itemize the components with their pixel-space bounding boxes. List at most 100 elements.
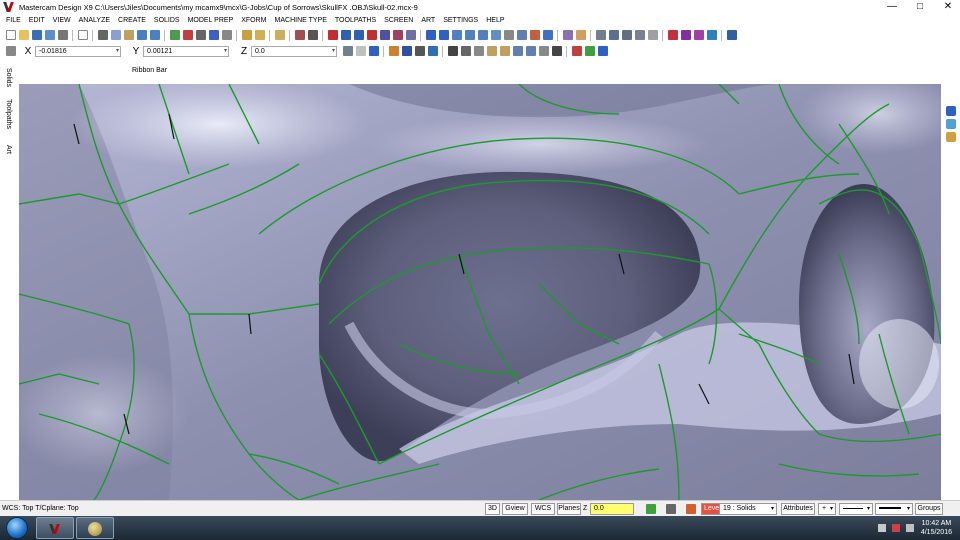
- art-mesh-icon[interactable]: [706, 30, 717, 40]
- color-icon[interactable]: [645, 504, 656, 514]
- attributes-button[interactable]: Attributes: [781, 503, 815, 515]
- menu-file[interactable]: FILE: [6, 17, 21, 24]
- menu-model-prep[interactable]: MODEL PREP: [188, 17, 234, 24]
- cut-icon[interactable]: [97, 30, 108, 40]
- art-flower-icon[interactable]: [693, 30, 704, 40]
- menu-xform[interactable]: XFORM: [241, 17, 266, 24]
- menu-analyze[interactable]: ANALYZE: [79, 17, 110, 24]
- art-gear-icon[interactable]: [680, 30, 691, 40]
- scale-icon[interactable]: [353, 30, 364, 40]
- circle-icon[interactable]: [451, 30, 462, 40]
- snap-grid-icon[interactable]: [355, 46, 366, 56]
- level-select[interactable]: 19 : Solids ▾: [719, 503, 777, 515]
- fillet-icon[interactable]: [529, 30, 540, 40]
- solid-chamfer-icon[interactable]: [486, 46, 497, 56]
- undo-icon[interactable]: [136, 30, 147, 40]
- minimize-button[interactable]: —: [886, 0, 898, 14]
- line-width-select[interactable]: ▾: [875, 503, 913, 515]
- z-depth-input[interactable]: 0.0: [590, 503, 634, 515]
- stretch-icon[interactable]: [405, 30, 416, 40]
- arc-icon[interactable]: [464, 30, 475, 40]
- solid-layout-icon[interactable]: [538, 46, 549, 56]
- 3d-button[interactable]: 3D: [485, 503, 500, 515]
- solid-shell-icon[interactable]: [499, 46, 510, 56]
- help-icon[interactable]: [368, 46, 379, 56]
- app-taskbar-button[interactable]: [76, 517, 114, 539]
- z-coordinate-input[interactable]: 0.0 ▾: [251, 45, 337, 57]
- sphere-icon[interactable]: [542, 30, 553, 40]
- trim-icon[interactable]: [294, 30, 305, 40]
- copy-icon[interactable]: [110, 30, 121, 40]
- array-icon[interactable]: [392, 30, 403, 40]
- repaint-icon[interactable]: [414, 46, 425, 56]
- point-style-select[interactable]: + ▾: [818, 503, 836, 515]
- autocursor-icon[interactable]: [5, 46, 16, 56]
- shade-icon[interactable]: [595, 30, 606, 40]
- menu-art[interactable]: ART: [421, 17, 435, 24]
- menu-create[interactable]: CREATE: [118, 17, 146, 24]
- stop-icon[interactable]: [571, 46, 582, 56]
- open-file-icon[interactable]: [18, 30, 29, 40]
- art-icon[interactable]: [667, 30, 678, 40]
- planes-button[interactable]: Planes: [557, 503, 581, 515]
- point-icon[interactable]: [425, 30, 436, 40]
- select-all-icon[interactable]: [946, 119, 956, 129]
- info-icon[interactable]: [597, 46, 608, 56]
- surface-icon[interactable]: [516, 30, 527, 40]
- quick-mask-icon[interactable]: [946, 106, 956, 116]
- point-snap-icon[interactable]: [342, 46, 353, 56]
- tab-solids[interactable]: Solids: [5, 68, 12, 87]
- folder-icon[interactable]: [946, 132, 956, 142]
- gview-button[interactable]: Gview: [502, 503, 528, 515]
- tab-toolpaths[interactable]: Toolpaths: [5, 99, 12, 129]
- menu-solids[interactable]: SOLIDS: [154, 17, 180, 24]
- solid-revolve-icon[interactable]: [575, 30, 586, 40]
- pencil-alt-icon[interactable]: [254, 30, 265, 40]
- surface-color-icon[interactable]: [685, 504, 696, 514]
- graphics-viewport[interactable]: [19, 84, 941, 500]
- mastercam-taskbar-button[interactable]: [36, 517, 74, 539]
- point-style-icon[interactable]: [665, 504, 676, 514]
- show-hidden-icon[interactable]: [877, 524, 886, 532]
- menu-machine-type[interactable]: MACHINE TYPE: [275, 17, 327, 24]
- wireframe-icon[interactable]: [608, 30, 619, 40]
- line-icon[interactable]: [438, 30, 449, 40]
- page-icon[interactable]: [77, 30, 88, 40]
- save-icon[interactable]: [31, 30, 42, 40]
- paste-icon[interactable]: [123, 30, 134, 40]
- rectangle-icon[interactable]: [490, 30, 501, 40]
- tab-art[interactable]: Art: [5, 145, 12, 154]
- gview-icon[interactable]: [621, 30, 632, 40]
- y-coordinate-input[interactable]: 0.00121 ▾: [143, 45, 229, 57]
- level-manager-icon[interactable]: [388, 46, 399, 56]
- network-icon[interactable]: [891, 524, 900, 532]
- close-button[interactable]: ✕: [942, 0, 954, 14]
- wcs-button[interactable]: WCS: [531, 503, 555, 515]
- solid-box-icon[interactable]: [503, 30, 514, 40]
- refresh-icon[interactable]: [427, 46, 438, 56]
- groups-button[interactable]: Groups: [915, 503, 943, 515]
- line-style-select[interactable]: ▾: [839, 503, 873, 515]
- translate-icon[interactable]: [366, 30, 377, 40]
- solid-boolean-icon[interactable]: [512, 46, 523, 56]
- menu-settings[interactable]: SETTINGS: [443, 17, 478, 24]
- verify-icon[interactable]: [584, 46, 595, 56]
- x-coordinate-input[interactable]: -0.01816 ▾: [35, 45, 121, 57]
- cplane-icon[interactable]: [634, 30, 645, 40]
- solid-trim-icon[interactable]: [525, 46, 536, 56]
- menu-view[interactable]: VIEW: [53, 17, 71, 24]
- offset-icon[interactable]: [379, 30, 390, 40]
- analyze-line-icon[interactable]: [447, 46, 458, 56]
- new-file-icon[interactable]: [5, 30, 16, 40]
- start-button[interactable]: [6, 517, 28, 539]
- brush-icon[interactable]: [274, 30, 285, 40]
- rotate-icon[interactable]: [340, 30, 351, 40]
- print-icon[interactable]: [57, 30, 68, 40]
- delete-icon[interactable]: [221, 30, 232, 40]
- select-icon[interactable]: [169, 30, 180, 40]
- menu-toolpaths[interactable]: TOOLPATHS: [335, 17, 376, 24]
- analyze-dist-icon[interactable]: [460, 46, 471, 56]
- redo-icon[interactable]: [149, 30, 160, 40]
- maximize-button[interactable]: □: [914, 0, 926, 14]
- menu-edit[interactable]: EDIT: [29, 17, 45, 24]
